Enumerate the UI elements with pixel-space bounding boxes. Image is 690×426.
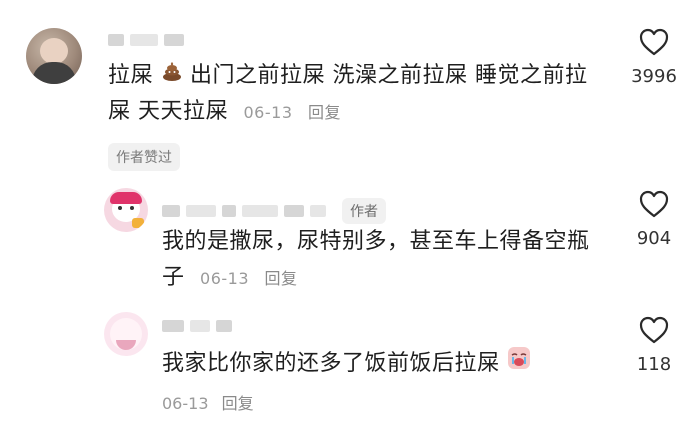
- heart-icon[interactable]: [639, 28, 669, 60]
- username-blurred[interactable]: 作者: [162, 198, 386, 224]
- username-blur-block: [186, 205, 216, 217]
- heart-icon[interactable]: [639, 190, 669, 222]
- avatar[interactable]: [104, 312, 148, 356]
- comment-text-start: 拉屎: [108, 63, 154, 88]
- comment-date: 06-13: [243, 103, 293, 122]
- username-blur-block: [108, 34, 124, 46]
- reply-button[interactable]: 回复: [265, 269, 298, 288]
- poop-emoji-icon: [161, 58, 183, 94]
- comment-3: 我家比你家的还多了饭前饭后拉屎 06-13 回复 118: [0, 296, 690, 426]
- comment-text: 拉屎 出门之前拉屎 洗澡之前拉屎 睡觉之前拉 屎 天天拉屎 06-13 回复: [108, 58, 628, 131]
- comment-text-line1: 我的是撒尿，尿特别多，甚至车上得备空瓶: [162, 229, 590, 254]
- comment-1: 拉屎 出门之前拉屎 洗澡之前拉屎 睡觉之前拉 屎 天天拉屎 06-13 回复 作…: [0, 0, 690, 171]
- username-blur-block: [284, 205, 304, 217]
- like-control: 118: [614, 316, 690, 375]
- like-control: 3996: [614, 28, 690, 87]
- comment-text-line2: 屎 天天拉屎: [108, 99, 228, 124]
- comment-meta-row: 06-13 回复: [162, 390, 254, 414]
- username-blur-block: [164, 34, 184, 46]
- comment-text: 我的是撒尿，尿特别多，甚至车上得备空瓶 子 06-13 回复: [162, 224, 622, 297]
- avatar[interactable]: [26, 28, 82, 84]
- like-count: 3996: [631, 66, 677, 87]
- comment-text: 我家比你家的还多了饭前饭后拉屎: [162, 346, 622, 382]
- author-tag: 作者: [342, 198, 386, 224]
- crying-emoji-icon: [507, 346, 531, 382]
- username-blur-block: [222, 205, 236, 217]
- username-blur-block: [162, 205, 180, 217]
- comment-date: 06-13: [162, 394, 209, 413]
- username-blurred[interactable]: [108, 34, 184, 46]
- heart-icon[interactable]: [639, 316, 669, 348]
- username-blur-block: [216, 320, 232, 332]
- username-blurred[interactable]: [162, 320, 232, 332]
- like-count: 118: [636, 354, 672, 375]
- username-blur-block: [130, 34, 158, 46]
- comment-date: 06-13: [200, 269, 250, 288]
- avatar[interactable]: [104, 188, 148, 232]
- username-blur-block: [190, 320, 210, 332]
- comment-text-line1: 拉屎 出门之前拉屎 洗澡之前拉屎 睡觉之前拉: [108, 62, 588, 88]
- username-blur-block: [242, 205, 278, 217]
- comment-text-line2: 子: [162, 265, 185, 290]
- comment-text-line1: 我家比你家的还多了饭前饭后拉屎: [162, 351, 500, 376]
- reply-button[interactable]: 回复: [308, 103, 341, 122]
- username-blur-block: [310, 205, 326, 217]
- like-control: 904: [614, 190, 690, 249]
- reply-button[interactable]: 回复: [222, 394, 254, 413]
- like-count: 904: [636, 228, 672, 249]
- username-blur-block: [162, 320, 184, 332]
- author-liked-chip: 作者赞过: [108, 143, 180, 171]
- comment-text-rest: 出门之前拉屎 洗澡之前拉屎 睡觉之前拉: [190, 63, 588, 88]
- comment-2: 作者 我的是撒尿，尿特别多，甚至车上得备空瓶 子 06-13 回复 904: [0, 170, 690, 290]
